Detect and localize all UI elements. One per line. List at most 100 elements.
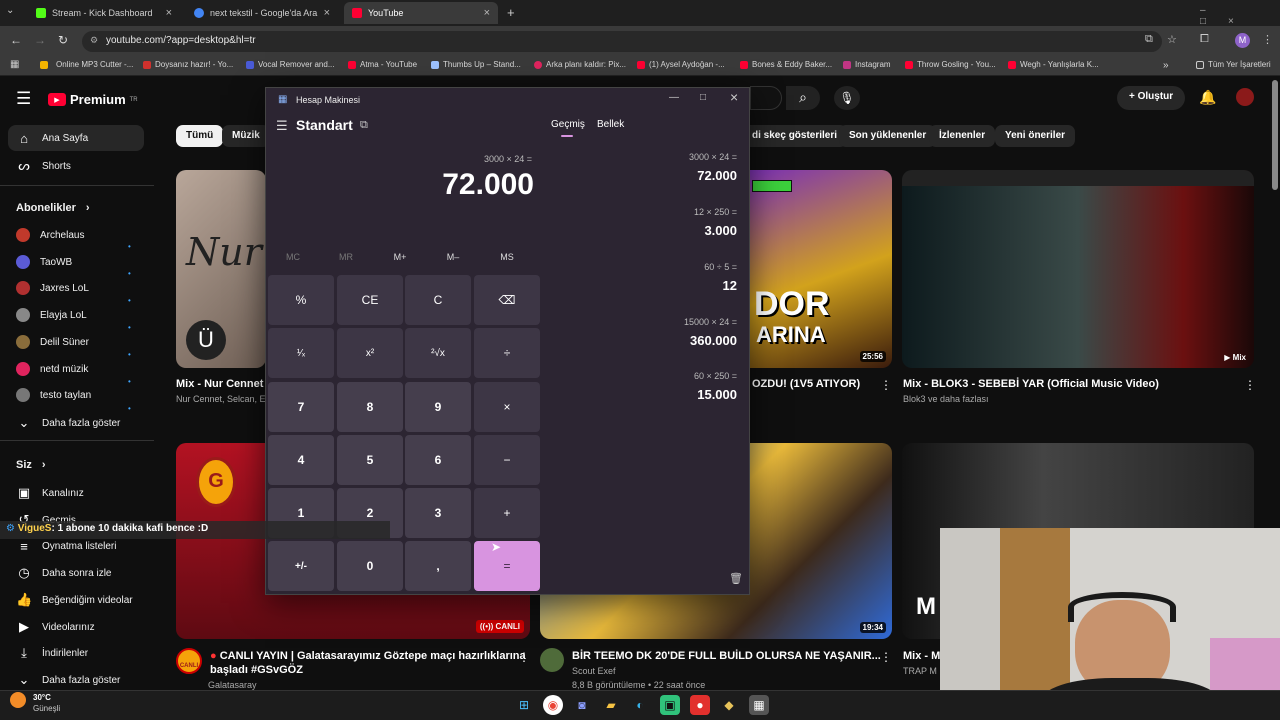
search-input-edge[interactable]: [750, 86, 782, 110]
sidebar-item-downloads[interactable]: ⤓ İndirilenler: [16, 645, 88, 661]
bookmark-item[interactable]: Atma - YouTube: [348, 60, 417, 69]
equals-button[interactable]: =: [474, 541, 540, 591]
digit-6-button[interactable]: 6: [405, 435, 471, 485]
tab-google-search[interactable]: next tekstil - Google'da Ara ×: [186, 2, 338, 24]
edge-icon[interactable]: ◐: [630, 695, 650, 715]
sidebar-item-subscription[interactable]: Elayja LoL: [16, 308, 136, 322]
back-icon[interactable]: ←: [10, 33, 22, 47]
sidebar-show-more[interactable]: ⌄ Daha fazla göster: [16, 415, 121, 431]
video-title[interactable]: OZDU! (1V5 ATIYOR): [752, 378, 860, 390]
chip-new-to-you[interactable]: Yeni öneriler: [995, 125, 1076, 147]
history-result[interactable]: 12: [723, 278, 737, 293]
close-icon[interactable]: ×: [324, 7, 330, 19]
channel-name[interactable]: Galatasaray: [208, 680, 257, 690]
video-title[interactable]: Mix - Nur Cennet -: [176, 378, 270, 390]
history-result[interactable]: 15.000: [697, 387, 737, 402]
create-button[interactable]: + Oluştur: [1117, 86, 1186, 110]
memory-recall-button[interactable]: MR: [326, 252, 366, 262]
chrome-icon[interactable]: ◉: [543, 695, 563, 715]
recording-app-icon[interactable]: ●: [690, 695, 710, 715]
channel-name[interactable]: Scout Exef: [572, 666, 616, 676]
windows-start-icon[interactable]: ⊞: [514, 695, 534, 715]
close-icon[interactable]: ×: [484, 7, 490, 19]
negate-button[interactable]: +/-: [268, 541, 334, 591]
youtube-logo[interactable]: ▶ Premium TR: [48, 92, 138, 107]
history-expression[interactable]: 15000 × 24 =: [684, 317, 737, 327]
video-thumbnail-blok3[interactable]: ▶ Mix: [902, 170, 1254, 368]
sidebar-item-your-videos[interactable]: ▶ Videolarınız: [16, 619, 95, 635]
tab-search-icon[interactable]: ⌄: [6, 5, 14, 16]
microphone-icon[interactable]: 🎙: [834, 86, 860, 110]
page-scrollbar[interactable]: [1272, 80, 1278, 190]
history-result[interactable]: 72.000: [697, 168, 737, 183]
window-controls[interactable]: –□×: [1200, 5, 1280, 27]
history-expression[interactable]: 3000 × 24 =: [689, 152, 737, 162]
square-root-button[interactable]: ²√x: [405, 328, 471, 378]
bookmarks-overflow-icon[interactable]: »: [1163, 60, 1169, 71]
chip-watched[interactable]: İzlenenler: [929, 125, 996, 147]
channel-name[interactable]: TRAP M: [903, 666, 937, 676]
forward-icon[interactable]: →: [34, 33, 46, 47]
reload-icon[interactable]: ↻: [58, 33, 68, 47]
percent-button[interactable]: %: [268, 275, 334, 325]
bookmark-item[interactable]: (1) Aysel Aydoğan -...: [637, 60, 725, 69]
delete-history-icon[interactable]: 🗑: [729, 572, 743, 585]
minimize-button[interactable]: —: [669, 92, 679, 103]
navigation-menu-icon[interactable]: ☰: [276, 118, 288, 134]
backspace-button[interactable]: ⌫: [474, 275, 540, 325]
history-result[interactable]: 360.000: [690, 333, 737, 348]
more-options-icon[interactable]: ⋮: [880, 650, 892, 664]
memory-add-button[interactable]: M+: [380, 252, 420, 262]
memory-subtract-button[interactable]: M–: [433, 252, 473, 262]
star-icon[interactable]: ☆: [1167, 33, 1177, 46]
digit-9-button[interactable]: 9: [405, 382, 471, 432]
digit-7-button[interactable]: 7: [268, 382, 334, 432]
weather-temperature[interactable]: 30°C: [33, 693, 51, 702]
history-expression[interactable]: 60 ÷ 5 =: [704, 262, 737, 272]
chip-music[interactable]: Müzik: [222, 125, 270, 147]
more-options-icon[interactable]: ⋮: [1244, 378, 1256, 392]
clear-entry-button[interactable]: CE: [337, 275, 403, 325]
chip-recently-uploaded[interactable]: Son yüklenenler: [839, 125, 937, 147]
close-button[interactable]: ×: [730, 89, 738, 105]
bookmark-item[interactable]: Throw Gosling - You...: [905, 60, 996, 69]
tab-history[interactable]: Geçmiş: [551, 119, 585, 130]
file-explorer-icon[interactable]: ▰: [601, 695, 621, 715]
bookmark-item[interactable]: Instagram: [843, 60, 891, 69]
all-bookmarks[interactable]: Tüm Yer İşaretleri: [1196, 60, 1271, 69]
calculator-taskbar-icon[interactable]: ▦: [749, 695, 769, 715]
discord-icon[interactable]: ◙: [572, 695, 592, 715]
digit-8-button[interactable]: 8: [337, 382, 403, 432]
digit-0-button[interactable]: 0: [337, 541, 403, 591]
digit-3-button[interactable]: 3: [405, 488, 471, 538]
bookmark-item[interactable]: Wegh - Yanlışlarla K...: [1008, 60, 1099, 69]
history-expression[interactable]: 12 × 250 =: [694, 207, 737, 217]
tab-youtube[interactable]: YouTube ×: [344, 2, 498, 24]
channel-avatar[interactable]: [540, 648, 564, 672]
you-header[interactable]: Siz ›: [16, 459, 46, 471]
video-thumbnail-lol[interactable]: DOR ARINA 25:56: [740, 170, 892, 368]
bookmark-item[interactable]: Vocal Remover and...: [246, 60, 334, 69]
bookmark-item[interactable]: Thumbs Up – Stand...: [431, 60, 521, 69]
square-button[interactable]: x²: [337, 328, 403, 378]
sidebar-show-more-2[interactable]: ⌄ Daha fazla göster: [16, 672, 121, 688]
sidebar-item-subscription[interactable]: Delil Süner: [16, 335, 136, 349]
sidebar-item-subscription[interactable]: Jaxres LoL: [16, 281, 136, 295]
search-icon[interactable]: ⌕: [786, 86, 820, 110]
menu-icon[interactable]: ⋮: [1262, 33, 1273, 46]
tab-kick-dashboard[interactable]: Stream - Kick Dashboard ×: [28, 2, 180, 24]
sidebar-item-subscription[interactable]: testo taylan: [16, 388, 136, 402]
address-bar[interactable]: ⚙ youtube.com/?app=desktop&hl=tr: [82, 31, 1162, 52]
digit-4-button[interactable]: 4: [268, 435, 334, 485]
sidebar-item-subscription[interactable]: TaoWB: [16, 255, 136, 269]
profile-avatar[interactable]: M: [1235, 33, 1250, 48]
weather-icon[interactable]: [10, 692, 26, 708]
subscriptions-header[interactable]: Abonelikler ›: [16, 202, 90, 214]
video-title[interactable]: ● CANLI YAYIN | Galatasarayımız Göztepe …: [210, 650, 526, 662]
history-result[interactable]: 3.000: [704, 223, 737, 238]
bookmark-item[interactable]: Arka planı kaldır: Pix...: [534, 60, 626, 69]
reciprocal-button[interactable]: ¹⁄ₓ: [268, 328, 334, 378]
channel-name[interactable]: Nur Cennet, Selcan, E: [176, 394, 266, 404]
sidebar-item-playlists[interactable]: ≡ Oynatma listeleri: [16, 539, 116, 554]
hamburger-menu-icon[interactable]: ☰: [16, 89, 31, 109]
